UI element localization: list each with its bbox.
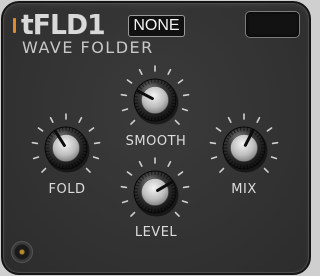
knob-fold[interactable] bbox=[31, 113, 101, 183]
knob-cap bbox=[52, 134, 80, 162]
jack-icon[interactable] bbox=[11, 241, 33, 263]
knob-tick bbox=[126, 171, 133, 176]
knob-tick bbox=[37, 127, 44, 132]
knob-level-label: LEVEL bbox=[134, 225, 178, 240]
knob-ridge bbox=[45, 143, 50, 146]
knob-tick bbox=[92, 156, 100, 160]
knob-ridge bbox=[223, 150, 228, 153]
knob-ridge bbox=[157, 116, 160, 121]
plugin-panel: tFLD1 WAVE FOLDER NONE SMOOTH FOLD MIX L… bbox=[1, 1, 311, 275]
knob-tick bbox=[138, 160, 143, 167]
knob-smooth-label: SMOOTH bbox=[125, 134, 187, 149]
knob-mix[interactable] bbox=[209, 113, 279, 183]
knob-tick bbox=[130, 211, 136, 217]
knob-tick bbox=[174, 211, 180, 217]
knob-tick bbox=[263, 167, 269, 173]
knob-tick bbox=[32, 156, 40, 160]
knob-fold-label: FOLD bbox=[48, 182, 86, 197]
knob-tick bbox=[210, 156, 218, 160]
knob-ridge bbox=[157, 171, 160, 176]
knob-ridge bbox=[82, 150, 87, 153]
knob-ridge bbox=[45, 150, 50, 153]
knob-ridge bbox=[150, 116, 153, 121]
knob-smooth[interactable] bbox=[120, 65, 190, 135]
knob-mix-label: MIX bbox=[231, 182, 257, 197]
knob-ridge bbox=[134, 187, 139, 190]
knob-ridge bbox=[61, 127, 64, 132]
knob-tick bbox=[31, 141, 39, 145]
knob-ridge bbox=[134, 95, 139, 98]
knob-tick bbox=[177, 79, 184, 84]
plugin-subtitle: WAVE FOLDER bbox=[22, 38, 154, 57]
knob-tick bbox=[219, 167, 225, 173]
knob-ridge bbox=[246, 127, 249, 132]
knob-tick bbox=[256, 116, 261, 123]
knob-ridge bbox=[68, 164, 71, 169]
knob-mix-graphic bbox=[209, 113, 279, 173]
knob-tick bbox=[130, 119, 136, 125]
knob-ridge bbox=[223, 143, 228, 146]
knob-tick bbox=[126, 79, 133, 84]
knob-tick bbox=[167, 68, 172, 75]
knob-tick bbox=[215, 127, 222, 132]
knob-tick bbox=[49, 116, 54, 123]
knob-tick bbox=[78, 116, 83, 123]
knob-tick bbox=[120, 185, 128, 189]
knob-ridge bbox=[260, 143, 265, 146]
knob-tick bbox=[174, 119, 180, 125]
knob-ridge bbox=[150, 171, 153, 176]
knob-tick bbox=[177, 171, 184, 176]
knob-fold-graphic bbox=[31, 113, 101, 173]
knob-ridge bbox=[134, 102, 139, 105]
knob-ridge bbox=[82, 143, 87, 146]
knob-ridge bbox=[171, 95, 176, 98]
knob-level-graphic bbox=[120, 157, 190, 217]
knob-tick bbox=[138, 68, 143, 75]
knob-tick bbox=[266, 127, 273, 132]
knob-ridge bbox=[157, 208, 160, 213]
knob-ridge bbox=[61, 164, 64, 169]
knob-tick bbox=[93, 141, 101, 145]
knob-tick bbox=[209, 141, 217, 145]
knob-ridge bbox=[260, 150, 265, 153]
knob-tick bbox=[121, 200, 129, 204]
knob-ridge bbox=[150, 208, 153, 213]
knob-tick bbox=[182, 93, 190, 97]
knob-tick bbox=[121, 108, 129, 112]
knob-ridge bbox=[171, 187, 176, 190]
knob-tick bbox=[182, 185, 190, 189]
knob-ridge bbox=[171, 194, 176, 197]
knob-tick bbox=[181, 108, 189, 112]
knob-ridge bbox=[150, 79, 153, 84]
knob-tick bbox=[167, 160, 172, 167]
blank-button[interactable] bbox=[245, 11, 300, 38]
knob-ridge bbox=[246, 164, 249, 169]
knob-ridge bbox=[68, 127, 71, 132]
knob-ridge bbox=[239, 164, 242, 169]
knob-tick bbox=[227, 116, 232, 123]
knob-tick bbox=[271, 141, 279, 145]
knob-tick bbox=[270, 156, 278, 160]
knob-tick bbox=[85, 167, 91, 173]
knob-cap bbox=[141, 86, 169, 114]
knob-smooth-graphic bbox=[120, 65, 190, 125]
preset-button[interactable]: NONE bbox=[128, 15, 185, 37]
knob-tick bbox=[120, 93, 128, 97]
knob-ridge bbox=[239, 127, 242, 132]
knob-tick bbox=[88, 127, 95, 132]
accent-bar bbox=[13, 18, 16, 33]
knob-ridge bbox=[134, 194, 139, 197]
knob-tick bbox=[181, 200, 189, 204]
knob-ridge bbox=[157, 79, 160, 84]
knob-level[interactable] bbox=[120, 157, 190, 227]
knob-tick bbox=[41, 167, 47, 173]
knob-ridge bbox=[171, 102, 176, 105]
knob-cap bbox=[230, 134, 258, 162]
knob-cap bbox=[141, 178, 169, 206]
